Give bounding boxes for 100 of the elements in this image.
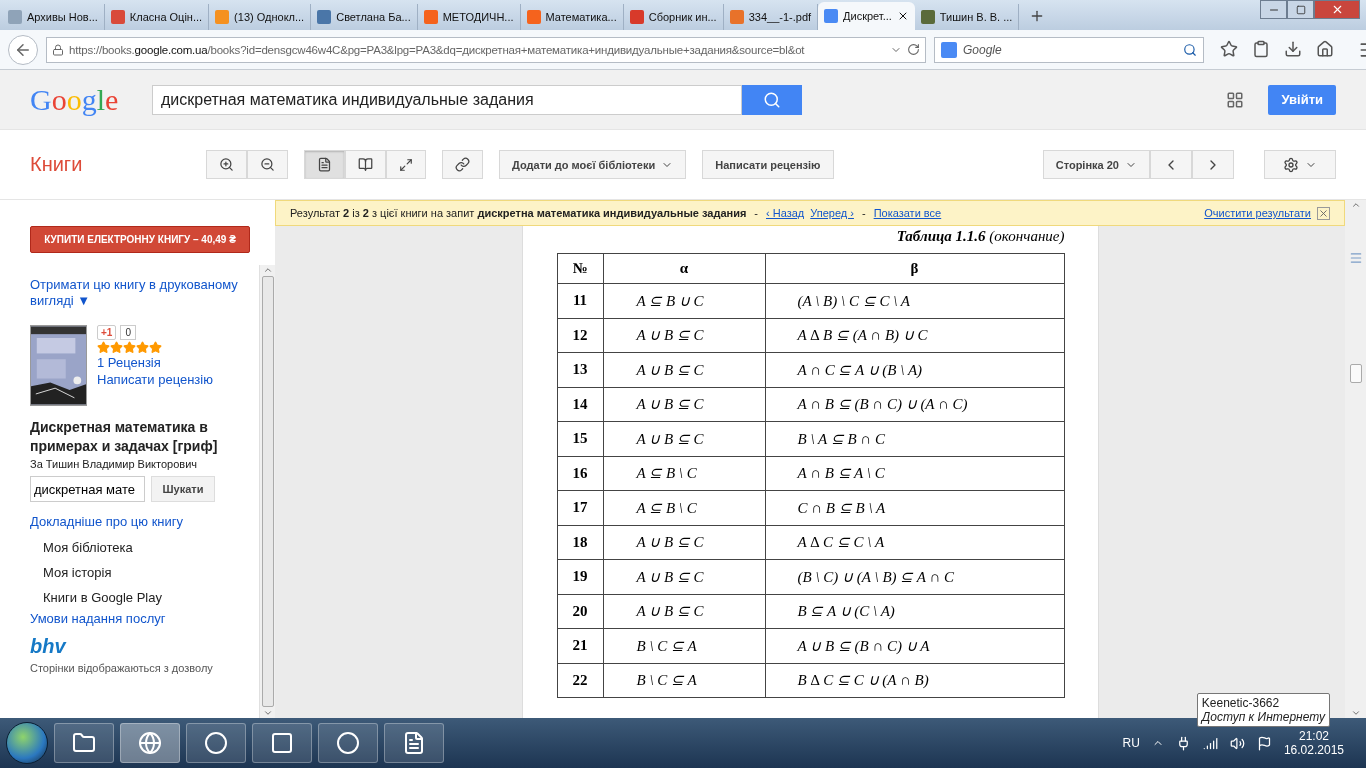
- section-title: Книги: [30, 153, 84, 176]
- table-cell: 19: [557, 559, 603, 594]
- table-cell: C ∩ B ⊆ B \ A: [765, 490, 1064, 525]
- column-header: №: [557, 253, 603, 284]
- browser-tab[interactable]: Дискрет...: [818, 2, 915, 30]
- column-header: α: [603, 253, 765, 284]
- scroll-down-icon[interactable]: [1350, 708, 1361, 718]
- clipboard-icon[interactable]: [1252, 39, 1270, 58]
- taskbar-app[interactable]: [252, 723, 312, 763]
- taskbar-app[interactable]: [318, 723, 378, 763]
- home-icon[interactable]: [1316, 39, 1334, 58]
- table-cell: 18: [557, 525, 603, 560]
- bookmark-icon[interactable]: [1220, 39, 1238, 58]
- menu-item[interactable]: Моя бібліотека: [30, 540, 259, 555]
- page-button[interactable]: Сторінка 20: [1042, 150, 1150, 179]
- plus-one-button[interactable]: +1: [97, 325, 117, 340]
- link[interactable]: ‹ Назад: [766, 207, 805, 219]
- search-button[interactable]: Шукати: [151, 476, 215, 502]
- search-icon: [763, 90, 781, 109]
- taskbar-app[interactable]: [120, 723, 180, 763]
- scrollbar[interactable]: [259, 265, 275, 718]
- table-cell: B \ C ⊆ A: [603, 663, 765, 698]
- link[interactable]: Докладніше про цю книгу: [30, 514, 259, 530]
- globe-icon: [138, 731, 162, 755]
- network-name: Keenetic-3662: [1201, 696, 1281, 710]
- search-field[interactable]: дискретная математика индивидуальные задания: [152, 84, 742, 115]
- scrollbar[interactable]: [1345, 200, 1366, 718]
- taskbar-app[interactable]: [384, 723, 444, 763]
- note: Сторінки відображаються з дозволу: [30, 662, 214, 674]
- book-icon: [358, 157, 373, 172]
- maximize-icon: [1295, 4, 1306, 15]
- table-cell: A ∪ B ⊆ (B ∩ C) ∪ A: [765, 628, 1064, 663]
- apps-icon[interactable]: [1226, 90, 1245, 109]
- back-button[interactable]: [8, 34, 38, 65]
- url-text: https://books.google.com.ua/books?id=densgcw46w4C&pg=PA3&lpg=PA3&dq=дискретная+математика+индивидуальные+задания&source=bl&ot: [69, 43, 806, 56]
- buy-button[interactable]: КУПИТИ ЕЛЕКТРОННУ КНИГУ – 40,49 ₴: [30, 226, 250, 253]
- table-cell: 13: [557, 352, 603, 387]
- separator: -: [860, 207, 867, 219]
- link[interactable]: Показати все: [873, 207, 942, 219]
- clock[interactable]: 21:02 16.02.2015: [1283, 729, 1344, 757]
- address-field[interactable]: https://books.google.com.ua/books?id=densgcw46w4C&pg=PA3&lpg=PA3&dq=дискретная+математика+индивидуальные+задания&source=bl&ot: [46, 36, 926, 63]
- link[interactable]: Отримати цю книгу в друкованому вигляді ▼: [30, 277, 259, 309]
- add-to-library-button[interactable]: Додати до моєї бібліотеки: [499, 150, 687, 179]
- zoom-out-button[interactable]: [247, 150, 288, 179]
- language-indicator[interactable]: RU: [1122, 736, 1140, 750]
- speaker-icon[interactable]: [1229, 735, 1245, 751]
- write-review-button[interactable]: Написати рецензію: [702, 150, 834, 179]
- sign-in-button[interactable]: Увійти: [1268, 84, 1336, 115]
- star-icon: [110, 341, 123, 354]
- count: 0: [120, 325, 136, 340]
- table-cell: (A \ B) \ C ⊆ C \ A: [765, 283, 1064, 318]
- settings-button[interactable]: [1264, 150, 1336, 179]
- logo: Google: [30, 82, 120, 117]
- two-page-button[interactable]: [345, 150, 386, 179]
- star-icon: [123, 341, 136, 354]
- star-icon: [149, 341, 162, 354]
- table-cell: A ∪ B ⊆ C: [603, 594, 765, 629]
- scroll-up-icon[interactable]: [262, 265, 273, 275]
- menu-item[interactable]: Книги в Google Play: [30, 590, 259, 605]
- table-cell: A ∆ C ⊆ C \ A: [765, 525, 1064, 560]
- reviews-link[interactable]: 1 Рецензія: [97, 355, 213, 371]
- zoom-in-button[interactable]: [206, 150, 247, 179]
- link[interactable]: Очистити результати: [1204, 207, 1311, 219]
- download-icon[interactable]: [1284, 39, 1302, 58]
- signal-icon[interactable]: [1202, 735, 1218, 751]
- search-field[interactable]: Google: [934, 36, 1204, 63]
- lock-icon: [52, 43, 64, 56]
- table-cell: A ∪ B ⊆ C: [603, 421, 765, 456]
- table-cell: A ∪ B ⊆ C: [603, 387, 765, 422]
- flag-icon[interactable]: [1256, 735, 1272, 751]
- minimize-button[interactable]: [1260, 0, 1287, 19]
- taskbar-app[interactable]: [186, 723, 246, 763]
- link-button[interactable]: [442, 150, 483, 179]
- search-button[interactable]: [742, 84, 802, 115]
- table-cell: A ∪ B ⊆ C: [603, 559, 765, 594]
- settings-icon: [1283, 156, 1299, 173]
- scroll-up-icon[interactable]: [1350, 200, 1361, 210]
- start-button[interactable]: [6, 722, 48, 764]
- write-review-link[interactable]: Написати рецензію: [97, 372, 213, 388]
- scrollbar-thumb[interactable]: [1349, 364, 1362, 383]
- close-button[interactable]: [1317, 206, 1330, 220]
- search-icon[interactable]: [1183, 42, 1197, 57]
- menu-item[interactable]: Моя історія: [30, 565, 259, 580]
- circle-icon: [204, 731, 228, 755]
- table-cell: 11: [557, 283, 603, 318]
- table-cell: (B \ C) ∪ (A \ B) ⊆ A ∩ C: [765, 559, 1064, 594]
- square-icon: [270, 731, 294, 755]
- link[interactable]: Уперед ›: [810, 207, 854, 219]
- table-cell: A ∆ B ⊆ (A ∩ B) ∪ C: [765, 318, 1064, 353]
- single-page-button[interactable]: [304, 150, 345, 179]
- scroll-down-icon[interactable]: [262, 708, 273, 718]
- table-cell: A ∩ B ⊆ A \ C: [765, 456, 1064, 491]
- maximize-button[interactable]: [1287, 0, 1314, 19]
- taskbar-app[interactable]: [54, 723, 114, 763]
- table-cell: A ∪ B ⊆ C: [603, 352, 765, 387]
- search-field[interactable]: дискретная мате: [30, 476, 145, 502]
- author: За Тишин Владимир Викторович: [30, 458, 199, 470]
- publisher-logo: bhv: [30, 635, 66, 657]
- link[interactable]: Умови надання послуг: [30, 611, 259, 627]
- reload-icon[interactable]: [907, 43, 920, 56]
